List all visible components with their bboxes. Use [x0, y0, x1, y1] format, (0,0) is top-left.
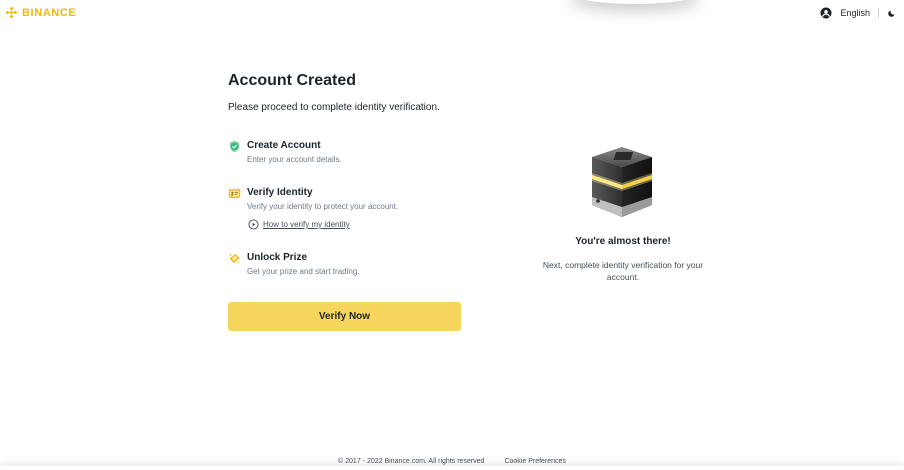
header-actions: English: [820, 7, 896, 19]
step-title: Create Account: [247, 140, 321, 151]
footer-divider: [0, 466, 904, 470]
step-title: Unlock Prize: [247, 252, 308, 263]
check-circle-icon: [228, 140, 241, 153]
page: BINANCE English Account Created Please p…: [0, 0, 904, 470]
language-selector[interactable]: English: [840, 8, 870, 18]
page-title: Account Created: [228, 72, 357, 89]
footer: © 2017 - 2022 Binance.com. All rights re…: [0, 458, 904, 465]
dropdown-shadow: [570, 0, 700, 4]
moon-icon[interactable]: [887, 9, 896, 18]
page-subtitle: Please proceed to complete identity veri…: [228, 102, 440, 113]
play-circle-icon: [248, 219, 259, 230]
almost-there-title: You're almost there!: [575, 236, 671, 247]
step-title: Verify Identity: [247, 187, 313, 198]
step-description: Verify your identity to protect your acc…: [247, 202, 399, 211]
how-to-verify-link[interactable]: How to verify my identity: [248, 219, 350, 230]
how-to-verify-text[interactable]: How to verify my identity: [263, 220, 350, 229]
copyright-text: © 2017 - 2022 Binance.com. All rights re…: [338, 458, 485, 465]
step-description: Enter your account details.: [247, 155, 342, 164]
almost-there-description: Next, complete identity verification for…: [542, 260, 704, 282]
header-divider: [878, 8, 879, 18]
binance-logo-icon: [5, 6, 18, 19]
prize-ticket-icon: [228, 252, 241, 265]
verify-now-button[interactable]: Verify Now: [228, 302, 461, 331]
binance-logo[interactable]: BINANCE: [5, 6, 76, 19]
step-description: Get your prize and start trading.: [247, 267, 360, 276]
logo-text: BINANCE: [22, 6, 77, 19]
id-card-icon: [228, 187, 241, 200]
cookie-preferences-link[interactable]: Cookie Preferences: [504, 458, 565, 465]
user-avatar-icon[interactable]: [820, 7, 832, 19]
glowing-box-illustration: [586, 143, 658, 219]
